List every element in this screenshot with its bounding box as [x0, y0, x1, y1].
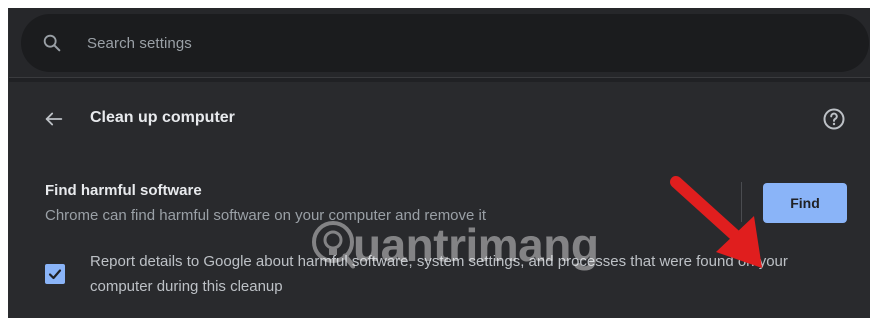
- red-arrow-annotation-icon: [670, 176, 762, 268]
- watermark-text: uantrimang: [353, 219, 599, 271]
- help-circle-icon[interactable]: [822, 107, 846, 131]
- top-bar: Search settings: [9, 8, 870, 78]
- find-harmful-software-title: Find harmful software: [45, 182, 202, 199]
- lightbulb-logo-icon: [312, 221, 355, 269]
- search-icon: [43, 34, 61, 52]
- check-icon: [48, 269, 62, 280]
- search-input[interactable]: Search settings: [21, 14, 869, 72]
- cleanup-card: Clean up computer Find harmful software …: [9, 82, 870, 318]
- arrow-left-icon[interactable]: [43, 108, 65, 130]
- page-title: Clean up computer: [90, 109, 235, 126]
- settings-window: Search settings Clean up computer Find h…: [8, 8, 870, 318]
- search-placeholder: Search settings: [87, 35, 192, 52]
- report-checkbox[interactable]: [45, 264, 65, 284]
- watermark: uantrimang: [311, 216, 601, 282]
